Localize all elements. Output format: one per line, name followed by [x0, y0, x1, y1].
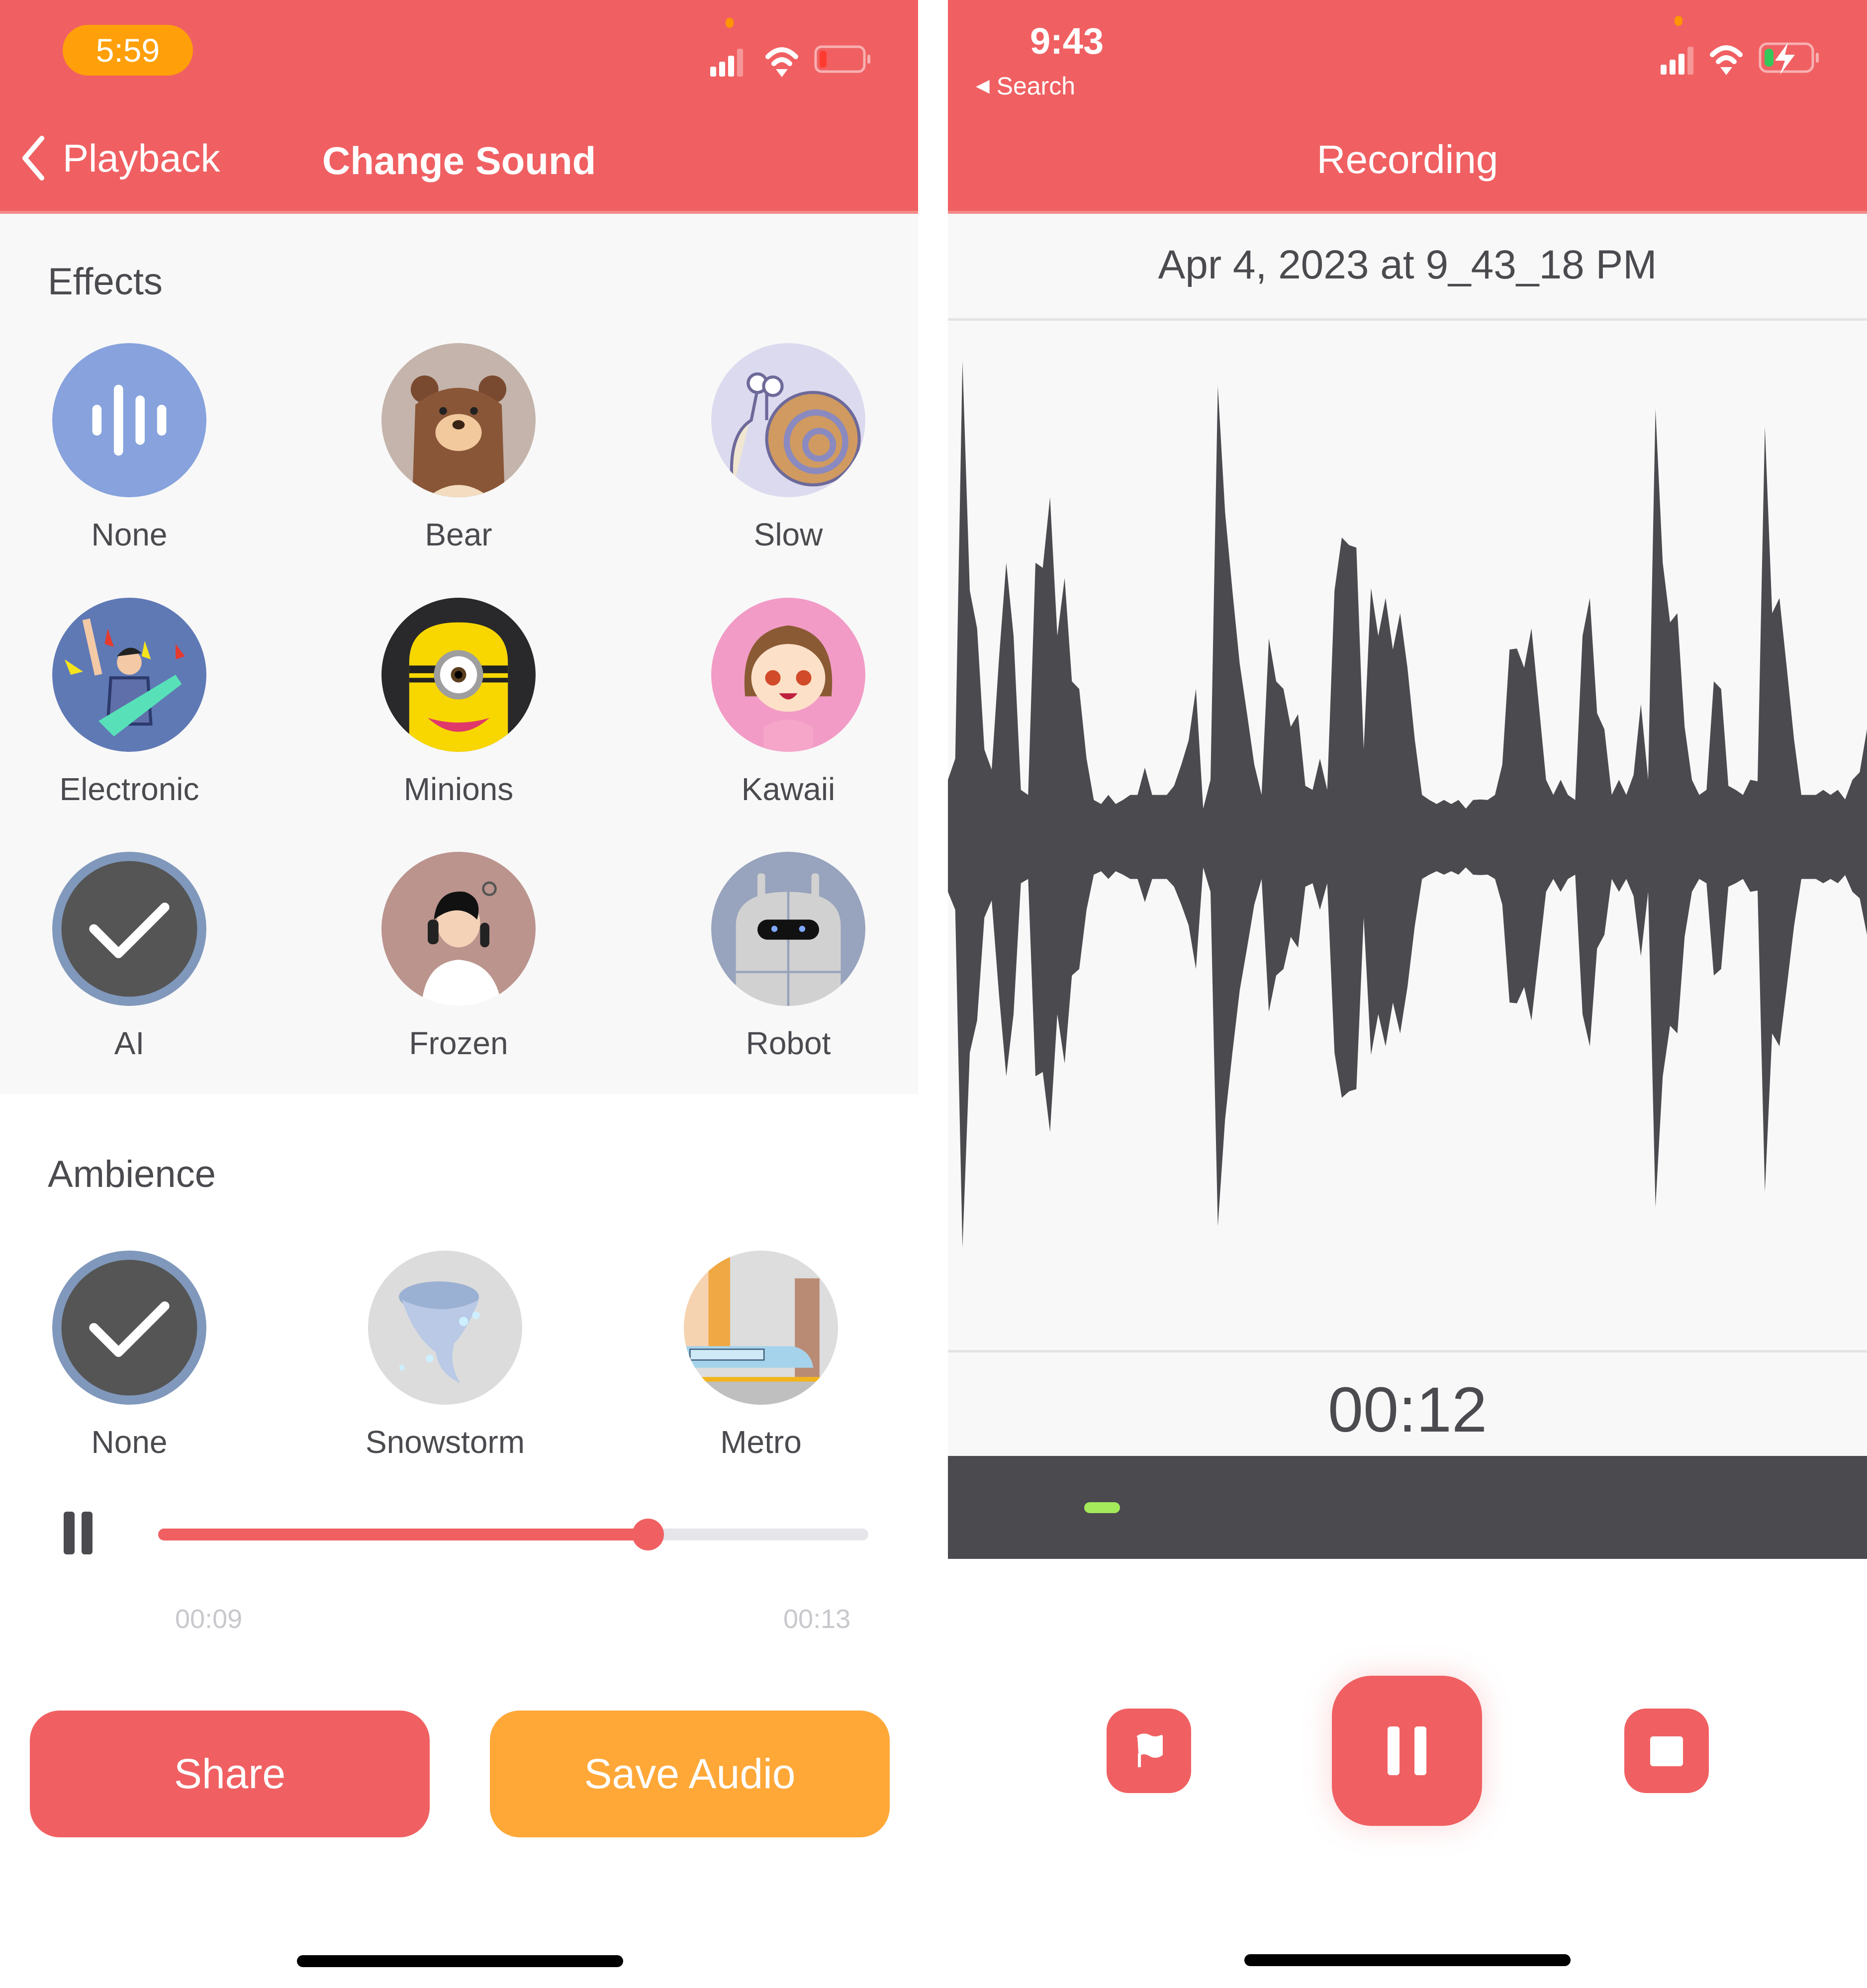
bear-icon: [381, 343, 536, 497]
effects-section: Effects None Bear Slow Electronic Minion…: [0, 214, 918, 1094]
recording-name-bar: Apr 4, 2023 at 9_43_18 PM: [948, 214, 1867, 321]
flag-icon: [1136, 1733, 1163, 1767]
playback-slider[interactable]: [158, 1519, 868, 1550]
page-title: Change Sound: [322, 139, 596, 182]
ambience-label: None: [91, 1424, 168, 1460]
ambience-label: Snowstorm: [365, 1424, 525, 1460]
level-indicator: [1084, 1502, 1120, 1513]
status-time: 5:59: [63, 25, 193, 76]
timer-area: 00:12: [948, 1353, 1867, 1456]
back-triangle-icon: ◀: [976, 75, 990, 95]
snail-icon: [711, 343, 865, 497]
effect-label: AI: [114, 1025, 145, 1061]
back-app-label: Search: [996, 72, 1076, 100]
checkmark-icon: [52, 1251, 206, 1405]
pause-bar: [82, 1512, 93, 1554]
home-indicator[interactable]: [297, 1955, 623, 1967]
back-button[interactable]: Playback: [20, 134, 220, 182]
wifi-icon: [1710, 45, 1743, 75]
effect-frozen[interactable]: Frozen: [359, 852, 558, 1071]
pause-bar: [64, 1512, 75, 1554]
pause-icon: [1388, 1726, 1426, 1775]
effect-label: Bear: [425, 517, 492, 552]
stop-icon: [1650, 1736, 1683, 1766]
privacy-indicator-dot: [1675, 16, 1682, 26]
effect-label: Kawaii: [741, 771, 836, 807]
checkmark-icon: [52, 852, 206, 1006]
stop-button[interactable]: [1624, 1709, 1709, 1793]
waveform-area[interactable]: [948, 321, 1867, 1353]
effect-slow[interactable]: Slow: [689, 343, 888, 562]
back-to-app-link[interactable]: ◀ Search: [976, 72, 1075, 100]
back-label: Playback: [63, 136, 220, 180]
effect-label: Frozen: [409, 1025, 508, 1061]
nav-header: 5:59 Playback Change Sound: [0, 0, 918, 214]
level-meter-bar: [948, 1456, 1867, 1559]
chevron-left-icon: [22, 136, 44, 181]
effect-label: Robot: [746, 1025, 831, 1061]
signal-icon: [1661, 47, 1693, 75]
effect-label: None: [91, 517, 168, 552]
total-time: 00:13: [783, 1604, 851, 1634]
waveform-shape: [948, 361, 1867, 1248]
ambience-label: Metro: [720, 1424, 802, 1460]
slider-knob[interactable]: [632, 1519, 664, 1550]
effect-kawaii[interactable]: Kawaii: [689, 598, 888, 816]
effect-label: Slow: [753, 517, 823, 552]
effect-label: Minions: [403, 771, 514, 807]
change-sound-screen: 5:59 Playback Change Sound Effects None …: [0, 0, 918, 1988]
effect-none[interactable]: None: [30, 343, 229, 562]
share-button[interactable]: Share: [30, 1711, 430, 1837]
kawaii-girl-icon: [711, 598, 865, 752]
save-audio-button[interactable]: Save Audio: [490, 1711, 890, 1837]
phone-call-person-icon: [381, 852, 536, 1006]
effect-minions[interactable]: Minions: [359, 598, 558, 816]
pause-button[interactable]: [64, 1512, 93, 1554]
effects-heading: Effects: [48, 261, 163, 303]
effect-bear[interactable]: Bear: [359, 343, 558, 562]
effect-ai[interactable]: AI: [30, 852, 229, 1071]
sound-wave-icon: [52, 343, 206, 497]
signal-icon: [710, 49, 743, 77]
privacy-indicator-dot: [726, 18, 734, 28]
recording-name: Apr 4, 2023 at 9_43_18 PM: [1158, 242, 1657, 287]
page-title: Recording: [1316, 137, 1498, 181]
status-time: 9:43: [1030, 20, 1104, 62]
minion-icon: [381, 598, 536, 752]
waveform: [948, 361, 1867, 1248]
recording-timer: 00:12: [1327, 1374, 1488, 1446]
ambience-metro[interactable]: Metro: [661, 1251, 860, 1469]
wifi-icon: [765, 47, 798, 77]
effect-robot[interactable]: Robot: [689, 852, 888, 1071]
flag-button[interactable]: [1107, 1709, 1191, 1793]
ambience-heading: Ambience: [48, 1153, 216, 1195]
ambience-none[interactable]: None: [30, 1251, 229, 1469]
robot-icon: [711, 852, 865, 1006]
ambience-snowstorm[interactable]: Snowstorm: [346, 1251, 545, 1469]
home-indicator[interactable]: [1244, 1954, 1571, 1966]
battery-icon: [814, 45, 870, 73]
status-icons: [1661, 42, 1819, 75]
current-time: 00:09: [175, 1604, 243, 1634]
recording-screen: 9:43 ◀ Search Recording Apr 4, 2023 at 9…: [948, 0, 1867, 1988]
effect-electronic[interactable]: Electronic: [30, 598, 229, 816]
rocker-guitar-icon: [52, 598, 206, 752]
nav-header: 9:43 ◀ Search Recording: [948, 0, 1867, 214]
tornado-snow-icon: [368, 1251, 522, 1405]
slider-fill: [158, 1529, 649, 1540]
status-icons: [710, 45, 870, 77]
battery-charging-icon: [1759, 42, 1819, 75]
pause-record-button[interactable]: [1332, 1676, 1482, 1826]
metro-train-icon: [684, 1251, 838, 1405]
effect-label: Electronic: [59, 771, 199, 807]
